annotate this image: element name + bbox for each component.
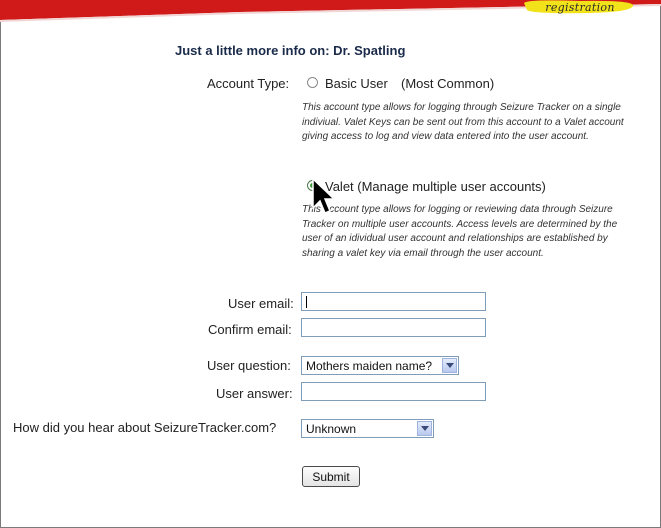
confirm-email-input[interactable] xyxy=(301,318,486,337)
user-email-input[interactable] xyxy=(301,292,486,311)
user-answer-label: User answer: xyxy=(216,386,293,401)
basic-user-label[interactable]: Basic User xyxy=(325,76,388,91)
basic-user-description: This account type allows for logging thr… xyxy=(302,102,624,143)
user-question-label: User question: xyxy=(207,358,291,373)
chevron-down-icon[interactable] xyxy=(442,358,457,373)
registration-badge: registration xyxy=(545,0,615,14)
user-question-value: Mothers maiden name? xyxy=(306,359,433,373)
referral-label: How did you hear about SeizureTracker.co… xyxy=(13,420,277,435)
referral-value: Unknown xyxy=(306,422,357,436)
user-answer-input[interactable] xyxy=(301,382,486,401)
user-question-select[interactable]: Mothers maiden name? xyxy=(301,356,459,375)
chevron-down-icon[interactable] xyxy=(417,421,432,436)
page-title: Just a little more info on: Dr. Spatling xyxy=(175,43,406,58)
valet-description: This account type allows for logging or … xyxy=(302,204,618,259)
valet-label[interactable]: Valet (Manage multiple user accounts) xyxy=(325,179,546,194)
mouse-pointer-icon xyxy=(312,178,334,214)
referral-select[interactable]: Unknown xyxy=(301,419,434,438)
account-type-label: Account Type: xyxy=(207,76,290,91)
user-email-label: User email: xyxy=(228,296,294,311)
basic-user-radio[interactable] xyxy=(307,77,318,88)
confirm-email-label: Confirm email: xyxy=(208,322,292,337)
submit-button[interactable]: Submit xyxy=(302,466,360,487)
text-caret xyxy=(306,296,307,308)
basic-user-note: (Most Common) xyxy=(401,76,495,91)
